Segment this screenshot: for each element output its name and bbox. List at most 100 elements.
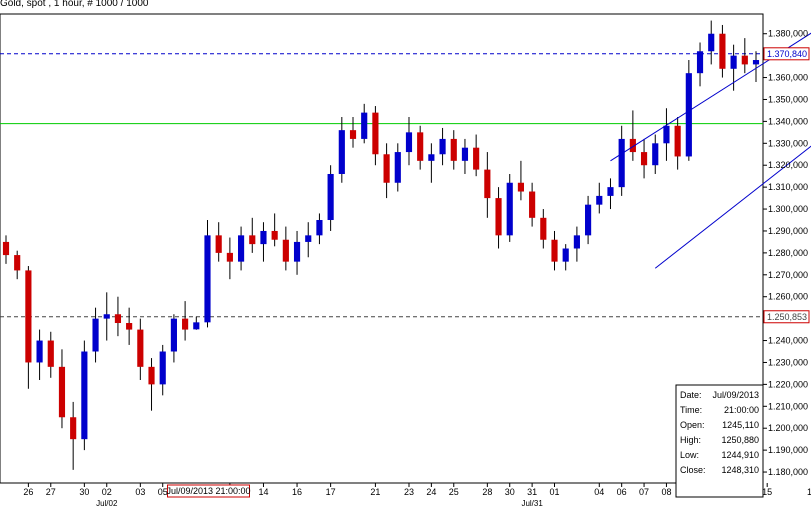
candle-body (495, 198, 502, 236)
y-tick-label: 1.380,000 (768, 29, 808, 39)
data-window: Date: Jul/09/2013 Time: 21:00:00 Open: 1… (675, 384, 764, 498)
horizontal-line-label-2: 1.250,853 (767, 312, 807, 322)
x-tick-label: 23 (404, 487, 414, 497)
x-tick-label: 08 (661, 487, 671, 497)
close-value: 1248,310 (721, 465, 759, 475)
candle-body (58, 366, 66, 418)
y-tick-label: 1.240,000 (768, 336, 808, 346)
x-tick-label: 21 (370, 487, 380, 497)
y-tick-label: 1.320,000 (768, 160, 808, 170)
candle-body (70, 417, 77, 440)
candle-body (170, 318, 177, 352)
y-tick-label: 1.270,000 (768, 270, 808, 280)
x-tick-label: 04 (594, 487, 604, 497)
y-tick-label: 1.210,000 (768, 401, 808, 411)
candle-body (92, 318, 99, 352)
candle-body (271, 230, 278, 240)
candle-body (137, 329, 144, 367)
x-tick-label: 30 (79, 487, 89, 497)
candle-body (484, 169, 491, 199)
candle-body (405, 132, 413, 153)
candle-body (383, 154, 390, 183)
candle-body (260, 230, 267, 245)
y-tick-label: 1.230,000 (768, 357, 808, 367)
candle-body (103, 314, 110, 319)
x-tick-label: 28 (482, 487, 492, 497)
open-value: 1245,110 (722, 420, 759, 430)
candle-body (417, 132, 424, 161)
candle-body (730, 55, 737, 69)
candle-body (473, 147, 480, 170)
y-tick-label: 1.260,000 (768, 292, 808, 302)
candle-body (685, 73, 692, 157)
candle-body (450, 138, 457, 161)
candle-body (540, 217, 547, 240)
candle-body (741, 55, 748, 65)
horizontal-line-label-0: 1.370,840 (767, 49, 807, 59)
candle-body (249, 235, 256, 245)
x-tick-label: 01 (549, 487, 559, 497)
y-tick-label: 1.280,000 (768, 248, 808, 258)
x-tick-label: 15 (762, 487, 772, 497)
candle-body (439, 138, 446, 155)
x-tick-label: 31 (527, 487, 537, 497)
y-axis: 1.180,000 1.190,000 1.200,000 1.210,000 1.22… (763, 29, 808, 477)
x-tick-label: 18 (807, 487, 811, 497)
candle-body (719, 33, 726, 69)
candle-body (551, 239, 558, 262)
y-tick-label: 1.190,000 (768, 445, 808, 455)
candle-body (596, 195, 603, 205)
high-value: 1250,880 (721, 435, 759, 445)
time-value: 21:00:00 (724, 405, 759, 415)
candle-body (305, 235, 312, 242)
candle-body (585, 204, 592, 236)
date-value: Jul/09/2013 (712, 390, 759, 400)
open-label: Open: (680, 420, 705, 430)
candle-body (182, 318, 189, 330)
low-label: Low: (680, 450, 699, 460)
candle-body (282, 239, 289, 262)
candle-body (148, 366, 155, 385)
candle-body (361, 112, 368, 139)
price-chart[interactable]: 1.180,000 1.190,000 1.200,000 1.210,000 1.22… (0, 0, 811, 509)
candle-body (2, 241, 10, 256)
time-label: Time: (680, 405, 702, 415)
y-tick-label: 1.300,000 (768, 204, 808, 214)
x-month-label: Jul/31 (521, 499, 543, 508)
close-label: Close: (680, 465, 706, 475)
y-tick-label: 1.360,000 (768, 73, 808, 83)
x-tick-label: 26 (23, 487, 33, 497)
candle-body (428, 154, 435, 161)
candle-body (372, 112, 379, 155)
candle-body (349, 130, 357, 139)
x-month-label: Jul/02 (96, 499, 118, 508)
plot-area (0, 13, 764, 484)
candle-body (708, 33, 715, 52)
candle-body (204, 235, 211, 323)
candle-body (327, 173, 334, 221)
x-tick-label: 25 (449, 487, 459, 497)
candle-body (529, 191, 536, 218)
candle-body (696, 51, 704, 74)
candle-body (517, 182, 525, 192)
y-tick-label: 1.340,000 (768, 116, 808, 126)
x-tick-label: 14 (258, 487, 268, 497)
candle-body (47, 340, 54, 367)
y-tick-label: 1.180,000 (768, 467, 808, 477)
candle-body (506, 182, 513, 236)
candle-body (14, 255, 21, 271)
x-tick-label: 30 (505, 487, 515, 497)
x-tick-label: 17 (326, 487, 336, 497)
candle-body (663, 125, 670, 144)
candle-body (652, 143, 659, 166)
candle-body (114, 314, 122, 324)
candle-body (461, 147, 469, 161)
candle-body (752, 60, 760, 65)
candle-body (607, 187, 614, 196)
candle-body (193, 322, 200, 330)
low-value: 1244,910 (721, 450, 759, 460)
x-tick-label: 06 (617, 487, 627, 497)
candle-body (226, 252, 233, 262)
y-tick-label: 1.310,000 (768, 182, 808, 192)
y-tick-label: 1.330,000 (768, 138, 808, 148)
